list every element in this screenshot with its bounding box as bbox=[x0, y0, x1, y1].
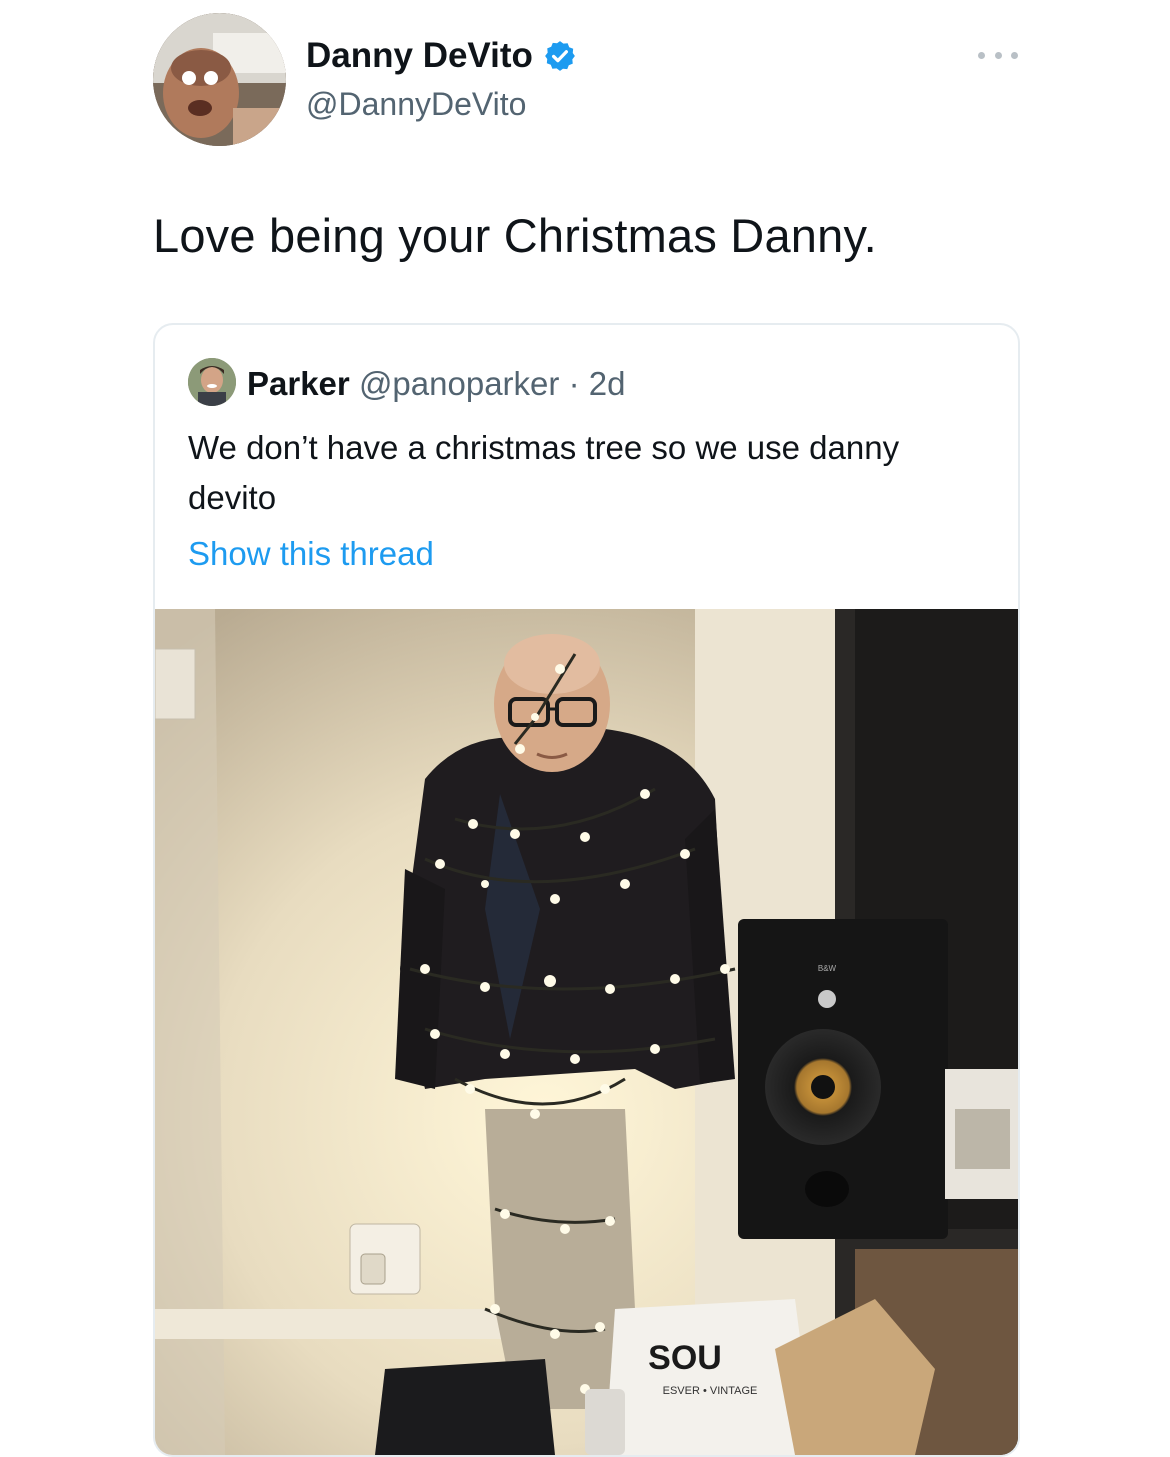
quoted-tweet-header: Parker @panoparker · 2d bbox=[247, 365, 625, 403]
bag-tagline: ESVER • VINTAGE bbox=[663, 1385, 758, 1397]
dot-icon bbox=[978, 51, 985, 59]
quoted-tweet-photo[interactable]: B&W SOU ESVER • VINTAGE bbox=[155, 609, 1018, 1455]
speaker-brand: B&W bbox=[818, 964, 837, 973]
quoted-tweet-text: We don’t have a christmas tree so we use… bbox=[188, 429, 900, 516]
quoted-author-handle[interactable]: @panoparker bbox=[359, 365, 559, 402]
tweet-text: Love being your Christmas Danny. bbox=[153, 209, 877, 262]
avatar-photo-icon bbox=[153, 13, 286, 146]
author-name-row: Danny DeVito bbox=[306, 36, 577, 76]
show-thread-link[interactable]: Show this thread bbox=[188, 535, 434, 573]
author-handle[interactable]: @DannyDeVito bbox=[306, 86, 526, 123]
quoted-author-avatar[interactable] bbox=[188, 358, 236, 406]
author-name[interactable]: Danny DeVito bbox=[306, 36, 533, 76]
quoted-author-name[interactable]: Parker bbox=[247, 365, 350, 402]
dot-icon bbox=[994, 51, 1002, 59]
verified-badge-icon bbox=[545, 41, 575, 71]
bag-brand: SOU bbox=[648, 1339, 722, 1377]
photo-illustration: B&W SOU ESVER • VINTAGE bbox=[155, 609, 1018, 1455]
quoted-tweet-time[interactable]: 2d bbox=[589, 365, 626, 402]
more-options-button[interactable] bbox=[978, 48, 1018, 62]
quoted-tweet-card[interactable]: Parker @panoparker · 2d We don’t have a … bbox=[153, 323, 1020, 1457]
avatar-photo-icon bbox=[188, 358, 236, 406]
separator: · bbox=[568, 365, 580, 402]
author-avatar[interactable] bbox=[153, 13, 286, 146]
dot-icon bbox=[1011, 51, 1018, 59]
